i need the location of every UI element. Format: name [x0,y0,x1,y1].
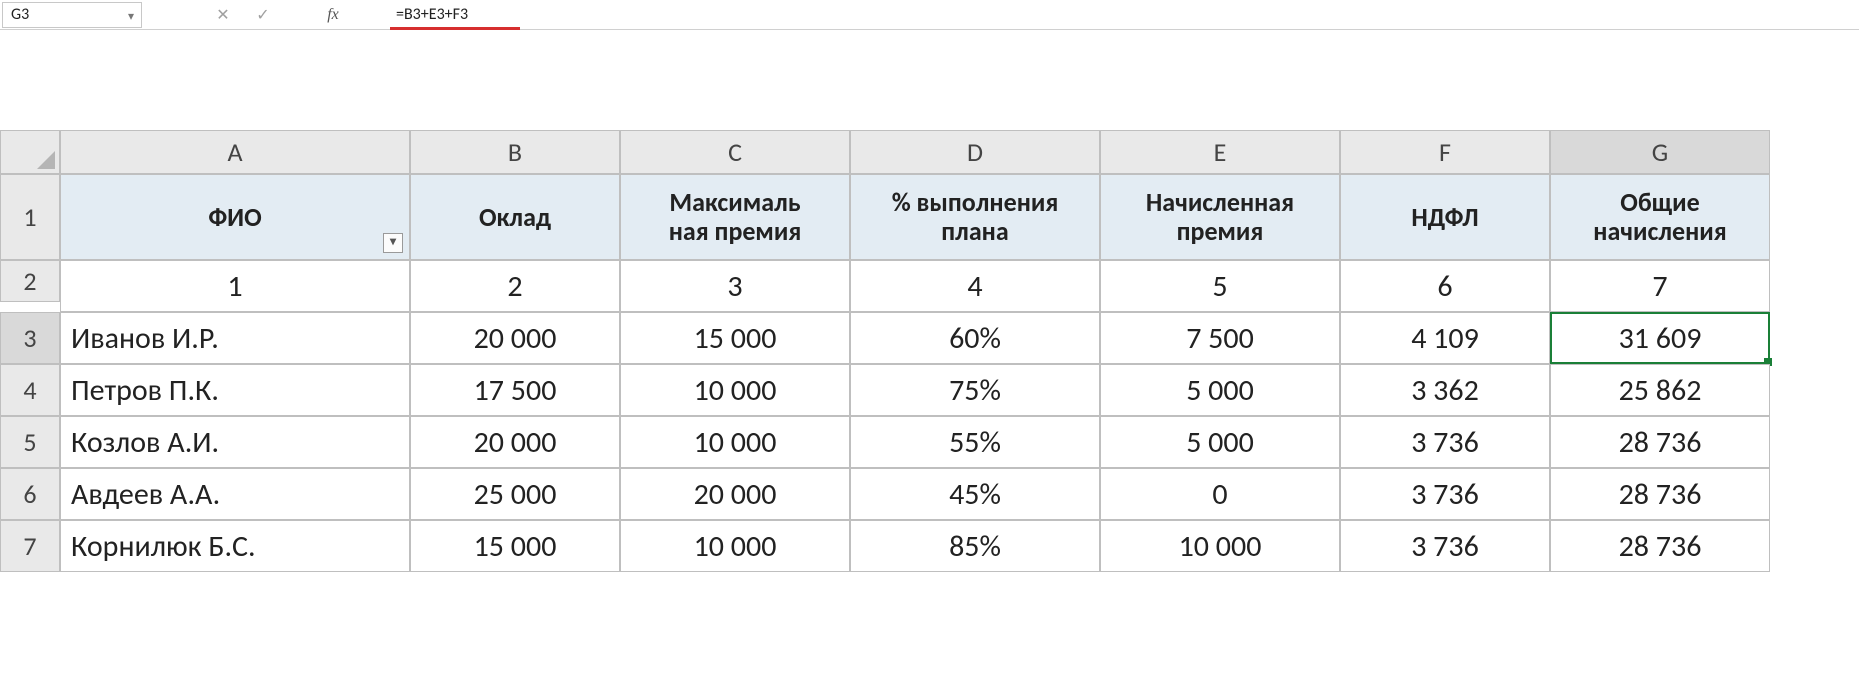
cell-E6[interactable]: 0 [1100,468,1340,520]
cell-D4[interactable]: 75% [850,364,1100,416]
cell-F4[interactable]: 3 362 [1340,364,1550,416]
row-header-7[interactable]: 7 [0,520,60,572]
cell-F5[interactable]: 3 736 [1340,416,1550,468]
spreadsheet-grid[interactable]: A B C D E F G 1 ФИО ▾ Оклад Максималь на… [0,130,1859,572]
cell-F2[interactable]: 6 [1340,260,1550,312]
enter-icon[interactable]: ✓ [254,5,272,25]
cell-D6[interactable]: 45% [850,468,1100,520]
cell-D5[interactable]: 55% [850,416,1100,468]
col-header-A[interactable]: A [60,130,410,174]
cell-B5[interactable]: 20 000 [410,416,620,468]
row-header-6[interactable]: 6 [0,468,60,520]
col-header-D[interactable]: D [850,130,1100,174]
cell-F3[interactable]: 4 109 [1340,312,1550,364]
cell-B6[interactable]: 25 000 [410,468,620,520]
cell-G4[interactable]: 25 862 [1550,364,1770,416]
col-header-E[interactable]: E [1100,130,1340,174]
cell-B7[interactable]: 15 000 [410,520,620,572]
cell-E3[interactable]: 7 500 [1100,312,1340,364]
cell-G2[interactable]: 7 [1550,260,1770,312]
cell-C2[interactable]: 3 [620,260,850,312]
name-box[interactable]: G3 ▾ [2,2,142,28]
cell-C5[interactable]: 10 000 [620,416,850,468]
cell-A3[interactable]: Иванов И.Р. [60,312,410,364]
row-header-3[interactable]: 3 [0,312,60,364]
col-header-F[interactable]: F [1340,130,1550,174]
col-header-G[interactable]: G [1550,130,1770,174]
formula-bar: G3 ▾ ✕ ✓ fx =B3+E3+F3 [0,0,1859,30]
cell-D3[interactable]: 60% [850,312,1100,364]
cell-G6[interactable]: 28 736 [1550,468,1770,520]
formula-underline [390,27,520,30]
fx-icon[interactable]: fx [324,6,342,24]
formula-text: =B3+E3+F3 [396,5,468,24]
row-header-5[interactable]: 5 [0,416,60,468]
cell-E2[interactable]: 5 [1100,260,1340,312]
cell-B4[interactable]: 17 500 [410,364,620,416]
name-box-value: G3 [11,5,29,24]
cell-F7[interactable]: 3 736 [1340,520,1550,572]
header-pct[interactable]: % выполнения плана [850,174,1100,260]
cell-D7[interactable]: 85% [850,520,1100,572]
filter-dropdown-icon[interactable]: ▾ [383,233,403,253]
formula-input[interactable]: =B3+E3+F3 [360,5,1859,24]
cell-A2[interactable]: 1 [60,260,410,312]
header-ndfl[interactable]: НДФЛ [1340,174,1550,260]
header-fio[interactable]: ФИО ▾ [60,174,410,260]
cell-E4[interactable]: 5 000 [1100,364,1340,416]
header-oklad[interactable]: Оклад [410,174,620,260]
spacer [0,30,1859,130]
row-header-1[interactable]: 1 [0,174,60,260]
row-header-4[interactable]: 4 [0,364,60,416]
cancel-icon[interactable]: ✕ [214,5,232,25]
name-box-dropdown-icon[interactable]: ▾ [128,9,134,24]
formula-bar-buttons: ✕ ✓ fx [214,5,360,25]
cell-A6[interactable]: Авдеев А.А. [60,468,410,520]
cell-C4[interactable]: 10 000 [620,364,850,416]
cell-B3[interactable]: 20 000 [410,312,620,364]
header-accr[interactable]: Начисленная премия [1100,174,1340,260]
cell-C7[interactable]: 10 000 [620,520,850,572]
cell-G5[interactable]: 28 736 [1550,416,1770,468]
col-header-C[interactable]: C [620,130,850,174]
select-all-corner[interactable] [0,130,60,174]
col-header-B[interactable]: B [410,130,620,174]
cell-D2[interactable]: 4 [850,260,1100,312]
cell-G3[interactable]: 31 609 [1550,312,1770,364]
cell-A5[interactable]: Козлов А.И. [60,416,410,468]
row-header-2[interactable]: 2 [0,260,60,302]
cell-A7[interactable]: Корнилюк Б.С. [60,520,410,572]
header-total[interactable]: Общие начисления [1550,174,1770,260]
header-maxprem[interactable]: Максималь ная премия [620,174,850,260]
cell-G7[interactable]: 28 736 [1550,520,1770,572]
cell-E5[interactable]: 5 000 [1100,416,1340,468]
cell-A4[interactable]: Петров П.К. [60,364,410,416]
cell-C3[interactable]: 15 000 [620,312,850,364]
cell-E7[interactable]: 10 000 [1100,520,1340,572]
cell-C6[interactable]: 20 000 [620,468,850,520]
cell-F6[interactable]: 3 736 [1340,468,1550,520]
cell-B2[interactable]: 2 [410,260,620,312]
